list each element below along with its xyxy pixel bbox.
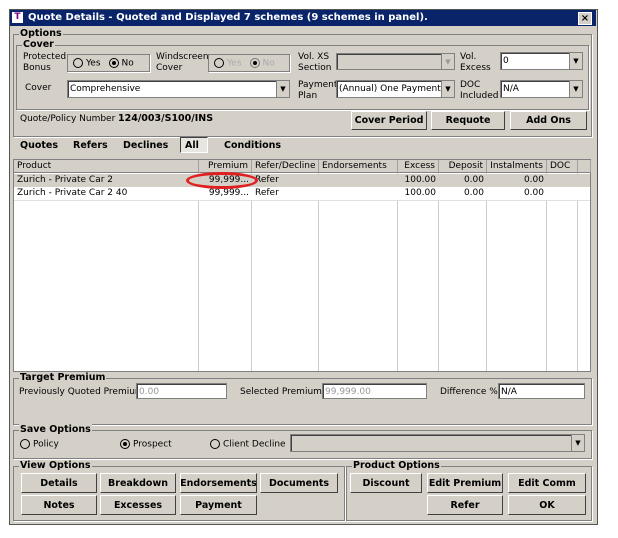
vol-xs-section-select[interactable]: ▼ bbox=[336, 53, 455, 70]
requote-button[interactable]: Requote bbox=[431, 111, 505, 130]
column-header[interactable]: DOC bbox=[547, 160, 578, 173]
column-header-blank bbox=[578, 160, 591, 173]
column-divider bbox=[577, 173, 578, 371]
chevron-down-icon: ▼ bbox=[441, 54, 454, 69]
quotes-table: Product Premium Refer/Decline Endorsements E… bbox=[13, 159, 591, 372]
table-cell: 0.00 bbox=[463, 188, 484, 198]
column-divider bbox=[397, 173, 398, 371]
table-cell: Refer bbox=[255, 175, 279, 185]
chevron-down-icon: ▼ bbox=[441, 81, 454, 97]
column-header[interactable]: Endorsements bbox=[319, 160, 398, 173]
table-cell: Refer bbox=[255, 188, 279, 198]
table-cell bbox=[319, 187, 398, 200]
tab-declines[interactable]: Declines bbox=[123, 140, 168, 151]
payment-plan-label: Payment Plan bbox=[298, 80, 338, 101]
protected-bonus-no[interactable]: No bbox=[108, 57, 134, 68]
notes-button[interactable]: Notes bbox=[21, 495, 97, 515]
edit-comm-button[interactable]: Edit Comm bbox=[508, 473, 586, 493]
window-title: Quote Details - Quoted and Displayed 7 s… bbox=[28, 12, 428, 23]
payment-plan-select[interactable]: (Annual) One Payment Ir ▼ bbox=[336, 80, 455, 98]
selected-premium-field[interactable]: 99,999.00 bbox=[322, 383, 427, 399]
table-cell: 0.00 bbox=[523, 188, 544, 198]
payment-button[interactable]: Payment bbox=[180, 495, 257, 515]
protected-bonus-label: Protected Bonus bbox=[23, 52, 67, 73]
discount-button[interactable]: Discount bbox=[350, 473, 422, 493]
breakdown-button[interactable]: Breakdown bbox=[100, 473, 176, 493]
add-ons-button[interactable]: Add Ons bbox=[510, 111, 587, 130]
title-bar: T Quote Details - Quoted and Displayed 7… bbox=[10, 10, 596, 26]
previously-quoted-premium-label: Previously Quoted Premium bbox=[19, 387, 144, 397]
windscreen-cover-radios: Yes No bbox=[208, 54, 290, 72]
close-button[interactable]: × bbox=[578, 12, 592, 25]
documents-button[interactable]: Documents bbox=[260, 473, 338, 493]
protected-bonus-yes[interactable]: Yes bbox=[73, 57, 101, 68]
column-header[interactable]: Deposit bbox=[439, 160, 487, 173]
windscreen-yes[interactable]: Yes bbox=[214, 57, 242, 68]
ok-button[interactable]: OK bbox=[508, 495, 586, 515]
table-cell bbox=[547, 187, 578, 200]
table-cell bbox=[319, 174, 398, 187]
vol-excess-label: Vol. Excess bbox=[460, 52, 491, 73]
chevron-down-icon: ▼ bbox=[571, 435, 584, 451]
column-header[interactable]: Product bbox=[14, 160, 199, 173]
table-cell: 100.00 bbox=[404, 175, 437, 185]
details-button[interactable]: Details bbox=[21, 473, 97, 493]
table-cell: Zurich - Private Car 2 bbox=[17, 175, 114, 185]
chevron-down-icon: ▼ bbox=[569, 53, 582, 69]
cover-period-button[interactable]: Cover Period bbox=[351, 111, 427, 130]
radio-prospect[interactable]: Prospect bbox=[120, 439, 172, 450]
edit-premium-button[interactable]: Edit Premium bbox=[427, 473, 503, 493]
selected-premium-label: Selected Premium bbox=[240, 387, 322, 397]
cover-label: Cover bbox=[25, 83, 52, 93]
windscreen-cover-label: Windscreen Cover bbox=[156, 52, 209, 73]
column-divider bbox=[546, 173, 547, 371]
refer-button[interactable]: Refer bbox=[427, 495, 503, 515]
options-label: Options bbox=[19, 28, 63, 39]
column-header[interactable]: Instalments bbox=[487, 160, 547, 173]
quote-number: 124/003/S100/INS bbox=[118, 113, 214, 124]
protected-bonus-radios: Yes No bbox=[67, 54, 150, 72]
tab-conditions[interactable]: Conditions bbox=[224, 140, 281, 151]
table-cell: Zurich - Private Car 2 40 bbox=[17, 188, 128, 198]
tab-refers[interactable]: Refers bbox=[73, 140, 108, 151]
table-cell: 0.00 bbox=[523, 175, 544, 185]
doc-included-label: DOC Included bbox=[460, 80, 499, 101]
difference-field[interactable]: N/A bbox=[498, 383, 585, 399]
tab-quotes[interactable]: Quotes bbox=[20, 140, 58, 151]
tab-all[interactable]: All bbox=[180, 137, 208, 153]
quote-number-label: Quote/Policy Number bbox=[20, 114, 116, 124]
cover-select[interactable]: Comprehensive ▼ bbox=[67, 80, 290, 98]
column-divider bbox=[486, 173, 487, 371]
chevron-down-icon: ▼ bbox=[276, 81, 289, 97]
vol-excess-select[interactable]: 0 ▼ bbox=[500, 52, 583, 70]
previously-quoted-premium-field[interactable]: 0.00 bbox=[136, 383, 227, 399]
windscreen-no[interactable]: No bbox=[249, 57, 275, 68]
difference-label: Difference % bbox=[440, 387, 498, 397]
highlight-ellipse bbox=[186, 172, 258, 189]
column-divider bbox=[198, 173, 199, 371]
radio-client-decline[interactable]: Client Decline bbox=[210, 439, 286, 450]
vol-xs-section-label: Vol. XS Section bbox=[298, 52, 332, 73]
decline-reason-select[interactable]: ▼ bbox=[290, 434, 585, 452]
chevron-down-icon: ▼ bbox=[569, 81, 582, 97]
column-divider bbox=[251, 173, 252, 371]
column-divider bbox=[318, 173, 319, 371]
app-icon: T bbox=[12, 12, 23, 23]
radio-policy[interactable]: Policy bbox=[20, 439, 59, 450]
column-divider bbox=[438, 173, 439, 371]
table-cell: 0.00 bbox=[463, 175, 484, 185]
column-header[interactable]: Refer/Decline bbox=[252, 160, 319, 173]
excesses-button[interactable]: Excesses bbox=[100, 495, 176, 515]
column-header[interactable]: Excess bbox=[398, 160, 439, 173]
doc-included-select[interactable]: N/A ▼ bbox=[500, 80, 583, 98]
table-cell: 100.00 bbox=[404, 188, 437, 198]
table-cell bbox=[547, 174, 578, 187]
endorsements-button[interactable]: Endorsements bbox=[180, 473, 257, 493]
cover-group-label: Cover bbox=[22, 39, 55, 50]
